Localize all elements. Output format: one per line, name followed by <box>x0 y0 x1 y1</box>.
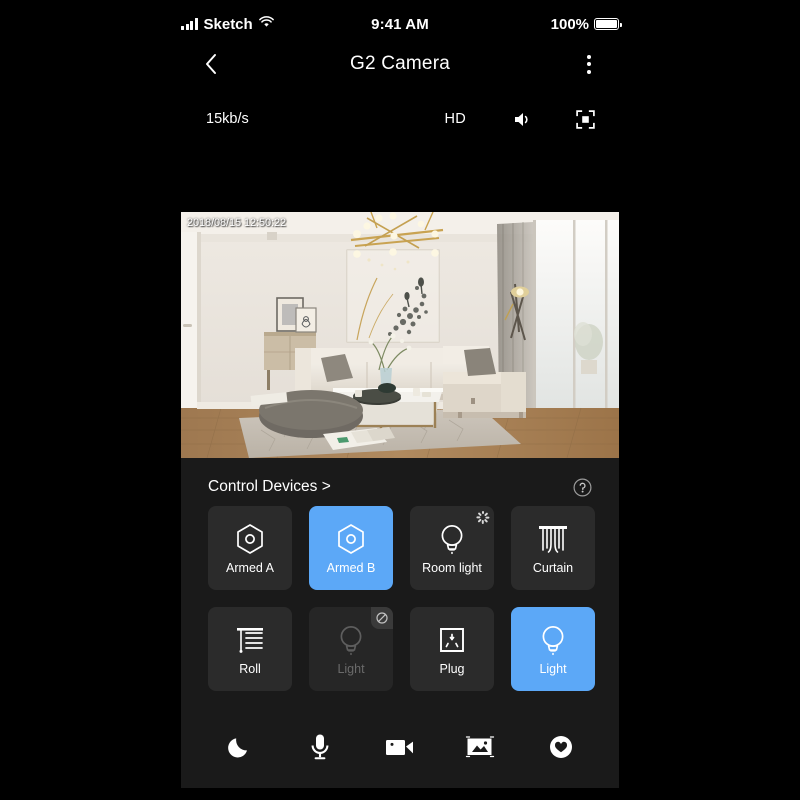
living-room-scene <box>181 212 619 458</box>
device-tile-curtain[interactable]: Curtain <box>511 506 595 590</box>
stream-controls: HD <box>444 109 619 129</box>
device-tile-room-light[interactable]: Room light <box>410 506 494 590</box>
more-vertical-icon[interactable] <box>559 54 619 74</box>
device-tile-armed-b[interactable]: Armed B <box>309 506 393 590</box>
carrier-label: Sketch <box>203 15 253 33</box>
curtain-icon <box>537 522 569 556</box>
device-label: Curtain <box>532 560 574 575</box>
no-entry-icon <box>376 612 388 624</box>
wifi-icon <box>258 15 274 33</box>
status-bar-left: Sketch <box>181 15 371 33</box>
record-button[interactable] <box>377 724 423 770</box>
stream-info-bar: 15kb/s HD <box>181 104 619 134</box>
control-devices-link[interactable]: Control Devices > <box>208 478 331 496</box>
help-circle-icon[interactable] <box>573 478 592 497</box>
device-grid: Armed A Armed B Room light Curtain Roll … <box>208 506 595 691</box>
battery-full-icon <box>594 18 623 30</box>
heart-circle-icon <box>549 736 572 758</box>
talk-button[interactable] <box>297 724 343 770</box>
device-tile-light-on[interactable]: Light <box>511 607 595 691</box>
device-label: Light <box>539 661 567 676</box>
video-camera-icon <box>385 740 413 755</box>
device-tile-light-offline[interactable]: Light <box>309 607 393 691</box>
chevron-left-icon <box>206 54 216 74</box>
roller-blind-icon <box>234 623 266 657</box>
offline-badge <box>371 607 393 629</box>
shield-hexagon-icon <box>336 522 366 556</box>
loading-spinner-icon <box>476 510 490 524</box>
fullscreen-icon[interactable] <box>576 109 595 129</box>
device-label: Light <box>337 661 365 676</box>
device-tile-plug[interactable]: Plug <box>410 607 494 691</box>
speaker-on-icon[interactable] <box>513 111 532 128</box>
shield-hexagon-icon <box>235 522 265 556</box>
snapshot-button[interactable] <box>457 724 503 770</box>
video-timestamp: 2018/08/15 12:50:22 <box>187 217 287 229</box>
clock-label: 9:41 AM <box>371 15 429 33</box>
control-panel-header: Control Devices > <box>181 472 619 502</box>
battery-percent-label: 100% <box>550 15 590 33</box>
bulb-icon <box>338 623 364 657</box>
image-icon <box>466 736 495 758</box>
moon-icon <box>228 738 248 758</box>
signal-bars-icon <box>181 18 198 30</box>
power-socket-icon <box>437 623 467 657</box>
status-bar-right: 100% <box>429 15 623 33</box>
device-tile-roll[interactable]: Roll <box>208 607 292 691</box>
action-toolbar <box>181 706 619 788</box>
loading-spinner-badge <box>472 506 494 528</box>
device-label: Room light <box>422 560 482 575</box>
bitrate-label: 15kb/s <box>206 111 249 127</box>
page-title: G2 Camera <box>349 53 450 74</box>
device-tile-armed-a[interactable]: Armed A <box>208 506 292 590</box>
device-label: Armed A <box>226 560 274 575</box>
phone-screen: Sketch 9:41 AM 100% G2 Camera 15kb/s HD … <box>0 0 800 800</box>
nav-bar: G2 Camera <box>181 44 619 84</box>
bulb-icon <box>540 623 566 657</box>
device-label: Roll <box>239 661 261 676</box>
status-bar: Sketch 9:41 AM 100% <box>181 12 623 36</box>
microphone-icon <box>311 734 329 760</box>
back-button[interactable] <box>181 52 241 76</box>
device-label: Armed B <box>326 560 376 575</box>
night-mode-button[interactable] <box>216 724 262 770</box>
quality-toggle[interactable]: HD <box>444 111 466 127</box>
device-label: Plug <box>439 661 465 676</box>
favorite-button[interactable] <box>538 724 584 770</box>
video-feed[interactable]: 2018/08/15 12:50:22 <box>181 212 619 458</box>
bulb-icon <box>439 522 465 556</box>
control-panel: Control Devices > Armed A Armed B Room l… <box>181 458 619 788</box>
